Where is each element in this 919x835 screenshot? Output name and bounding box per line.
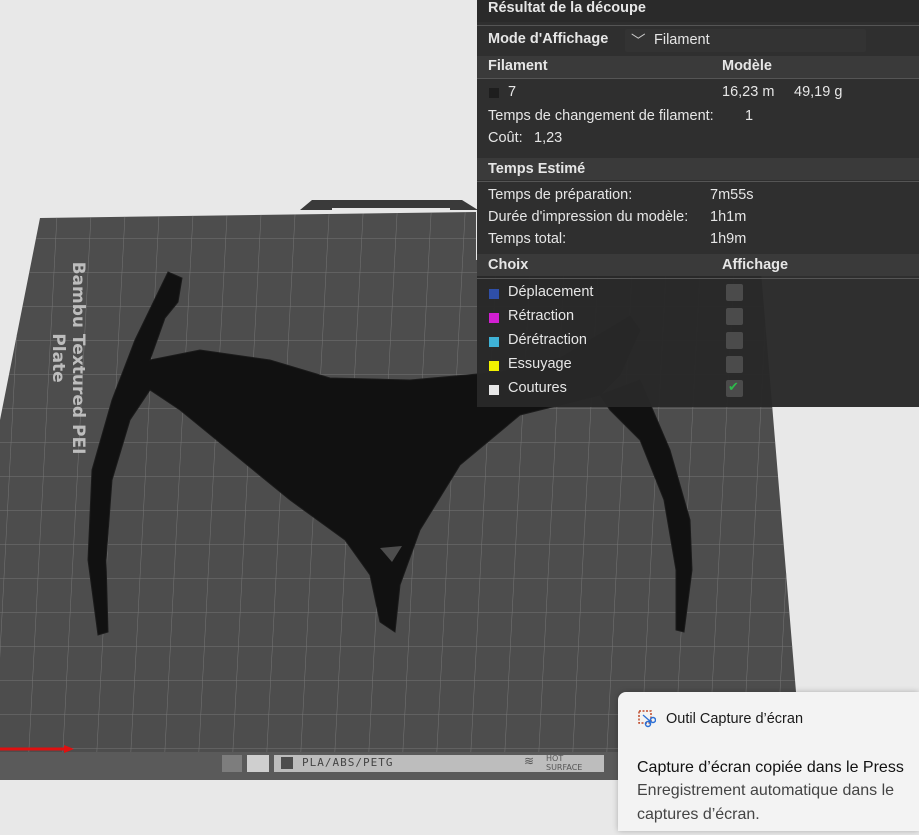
snipping-tool-icon <box>638 710 656 728</box>
checkmark-icon: ✔ <box>728 379 739 394</box>
option-color-swatch <box>489 385 499 395</box>
filament-weight: 49,19 g <box>794 84 843 100</box>
panel-title: Résultat de la découpe <box>488 0 646 16</box>
option-label: Dérétraction <box>508 332 587 348</box>
notification-body-line1: Enregistrement automatique dans le <box>637 782 895 799</box>
plate-tab-slot <box>332 208 450 213</box>
option-color-swatch <box>489 361 499 371</box>
option-visibility-checkbox[interactable] <box>726 284 743 301</box>
option-label: Déplacement <box>508 284 594 300</box>
plate-material-label: PLA/ABS/PETG <box>302 756 394 769</box>
filament-color-swatch <box>489 88 499 98</box>
print-time-value: 1h1m <box>710 209 747 225</box>
slice-result-panel: Résultat de la découpe Mode d'Affichage … <box>477 0 919 407</box>
total-time-value: 1h9m <box>710 231 747 247</box>
notification-app-name: Outil Capture d’écran <box>666 711 804 727</box>
filament-header: Filament <box>488 58 548 74</box>
notification-title: Capture d’écran copiée dans le Press <box>637 759 904 776</box>
choice-header: Choix <box>488 257 529 273</box>
change-time-label: Temps de changement de filament: <box>488 108 714 124</box>
display-header: Affichage <box>722 257 789 273</box>
option-visibility-checkbox[interactable]: ✔ <box>726 379 743 397</box>
option-visibility-checkbox[interactable] <box>726 356 743 373</box>
prep-time-value: 7m55s <box>710 187 754 203</box>
hot-surface-line2: SURFACE <box>546 763 583 772</box>
cost-label: Coût: <box>488 130 523 146</box>
prep-time-label: Temps de préparation: <box>488 187 633 203</box>
change-time-value: 1 <box>745 108 754 124</box>
cost-value: 1,23 <box>534 130 563 146</box>
option-visibility-checkbox[interactable] <box>726 308 743 325</box>
option-color-swatch <box>489 289 499 299</box>
hot-surface-line1: HOT <box>546 754 564 763</box>
display-mode-value: Filament <box>654 32 710 48</box>
filament-length: 16,23 m <box>722 84 775 100</box>
chevron-down-icon: ﹀ <box>631 34 646 50</box>
notification-body-line2: captures d’écran. <box>637 806 760 823</box>
display-mode-label: Mode d'Affichage <box>488 31 609 47</box>
filament-id: 7 <box>508 84 517 100</box>
model-header: Modèle <box>722 58 772 74</box>
total-time-label: Temps total: <box>488 231 567 247</box>
plate-label: Bambu Textured PEI Plate <box>48 261 88 455</box>
option-label: Rétraction <box>508 308 575 324</box>
display-mode-select[interactable]: ﹀ Filament <box>625 29 866 52</box>
option-visibility-checkbox[interactable] <box>726 332 743 349</box>
estimated-time-header: Temps Estimé <box>488 161 586 177</box>
option-color-swatch <box>489 337 499 347</box>
hot-surface-icon: ≋ <box>524 754 535 768</box>
snipping-tool-notification[interactable]: Outil Capture d’écran Capture d’écran co… <box>618 692 919 831</box>
option-label: Essuyage <box>508 356 572 372</box>
option-color-swatch <box>489 313 499 323</box>
print-time-label: Durée d'impression du modèle: <box>488 209 689 225</box>
option-label: Coutures <box>508 380 567 396</box>
